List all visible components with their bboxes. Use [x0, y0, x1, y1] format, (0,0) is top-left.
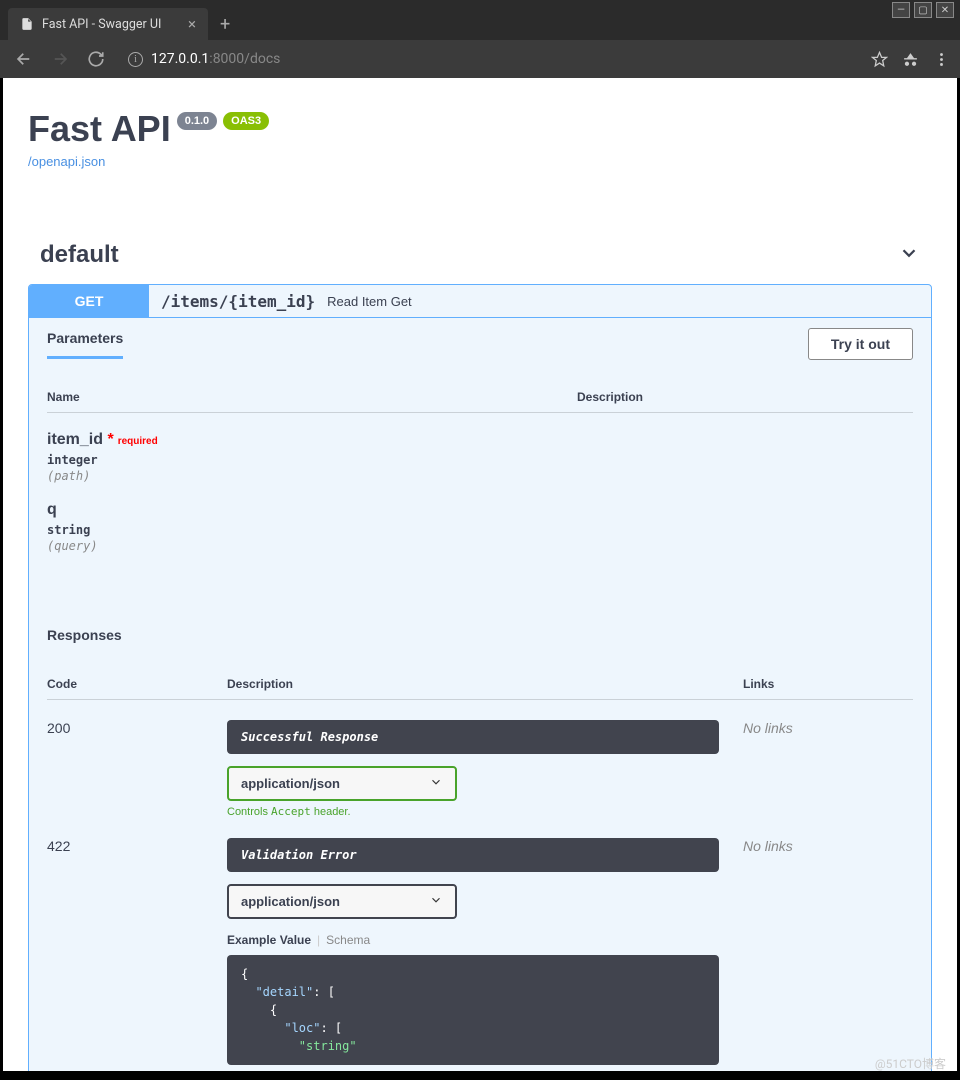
- param-row: item_id *required integer (path): [47, 413, 913, 483]
- watermark: @51CTO博客: [875, 1055, 946, 1072]
- swagger-ui: Fast API 0.1.0 OAS3 /openapi.json defaul…: [3, 78, 957, 1074]
- forward-button[interactable]: [46, 45, 74, 73]
- back-button[interactable]: [10, 45, 38, 73]
- section-name: default: [40, 241, 898, 269]
- operation-body: Parameters Try it out Name Description i…: [29, 317, 931, 1074]
- parameters-table: Name Description item_id *required integ…: [29, 370, 931, 613]
- oas-badge: OAS3: [223, 112, 269, 130]
- try-it-out-button[interactable]: Try it out: [808, 328, 913, 360]
- param-in: (path): [47, 469, 913, 483]
- tab-example-value[interactable]: Example Value: [227, 933, 311, 947]
- param-row: q string (query): [47, 483, 913, 553]
- response-message: Validation Error: [227, 838, 719, 872]
- media-type-value: application/json: [241, 894, 340, 909]
- operation-path: /items/{item_id}: [149, 292, 327, 311]
- url-text: 127.0.0.1:8000/docs: [151, 51, 280, 67]
- example-code: { "detail": [ { "loc": [ "string": [227, 955, 719, 1065]
- responses-table-head: Code Description Links: [47, 677, 913, 700]
- window-minimize[interactable]: —: [892, 2, 910, 18]
- chevron-down-icon: [429, 893, 443, 910]
- tab-title: Fast API - Swagger UI: [42, 17, 161, 32]
- response-message: Successful Response: [227, 720, 719, 754]
- media-type-select[interactable]: application/json: [227, 884, 457, 919]
- operation-description: Read Item Get: [327, 294, 412, 309]
- operation-summary[interactable]: GET /items/{item_id} Read Item Get: [29, 285, 931, 317]
- col-links: Links: [743, 677, 913, 691]
- api-title-row: Fast API 0.1.0 OAS3: [28, 108, 932, 150]
- tab-parameters[interactable]: Parameters: [47, 330, 123, 359]
- incognito-icon[interactable]: [902, 51, 919, 68]
- response-row: 422 Validation Error application/json Ex…: [47, 818, 913, 1065]
- example-tabs: Example Value|Schema: [227, 933, 719, 947]
- param-name: item_id *required: [47, 431, 913, 449]
- section-header[interactable]: default: [28, 231, 932, 279]
- new-tab-button[interactable]: +: [208, 8, 242, 40]
- openapi-link[interactable]: /openapi.json: [28, 154, 105, 169]
- response-row: 200 Successful Response application/json…: [47, 700, 913, 818]
- param-in: (query): [47, 539, 913, 553]
- accept-header-note: Controls Accept header.: [227, 805, 719, 818]
- parameters-header: Parameters Try it out: [29, 318, 931, 370]
- col-code: Code: [47, 677, 227, 691]
- response-code: 422: [47, 838, 227, 1065]
- operation-block: GET /items/{item_id} Read Item Get Param…: [28, 284, 932, 1074]
- file-icon: [20, 16, 34, 32]
- param-type: string: [47, 523, 913, 537]
- version-badge: 0.1.0: [177, 112, 217, 130]
- api-title: Fast API: [28, 108, 171, 150]
- browser-tab-bar: Fast API - Swagger UI × +: [0, 0, 960, 40]
- reload-button[interactable]: [82, 45, 110, 73]
- col-description: Description: [227, 677, 743, 691]
- window-controls: — ▢ ✕: [886, 0, 960, 20]
- media-type-select[interactable]: application/json: [227, 766, 457, 801]
- media-type-value: application/json: [241, 776, 340, 791]
- response-body: Validation Error application/json Exampl…: [227, 838, 743, 1065]
- parameters-table-head: Name Description: [47, 390, 913, 413]
- chevron-down-icon: [898, 242, 920, 269]
- browser-toolbar: i 127.0.0.1:8000/docs: [0, 40, 960, 78]
- param-type: integer: [47, 453, 913, 467]
- col-name: Name: [47, 390, 577, 404]
- window-close[interactable]: ✕: [936, 2, 954, 18]
- page-viewport: Fast API 0.1.0 OAS3 /openapi.json defaul…: [0, 78, 960, 1074]
- response-code: 200: [47, 720, 227, 818]
- star-icon[interactable]: [871, 51, 888, 68]
- toolbar-right: [871, 51, 950, 68]
- site-info-icon[interactable]: i: [128, 52, 143, 67]
- col-description: Description: [577, 390, 913, 404]
- tab-close-icon[interactable]: ×: [188, 15, 196, 33]
- http-method-badge: GET: [29, 285, 149, 317]
- chevron-down-icon: [429, 775, 443, 792]
- responses-title: Responses: [29, 613, 931, 657]
- address-bar[interactable]: i 127.0.0.1:8000/docs: [118, 51, 863, 67]
- response-links: No links: [743, 720, 913, 818]
- tab-schema[interactable]: Schema: [326, 933, 370, 947]
- menu-icon[interactable]: [933, 51, 950, 68]
- response-links: No links: [743, 838, 913, 1065]
- param-name: q: [47, 501, 913, 519]
- responses-table: Code Description Links 200 Successful Re…: [29, 657, 931, 1074]
- window-maximize[interactable]: ▢: [914, 2, 932, 18]
- browser-tab[interactable]: Fast API - Swagger UI ×: [8, 8, 208, 40]
- response-body: Successful Response application/json Con…: [227, 720, 743, 818]
